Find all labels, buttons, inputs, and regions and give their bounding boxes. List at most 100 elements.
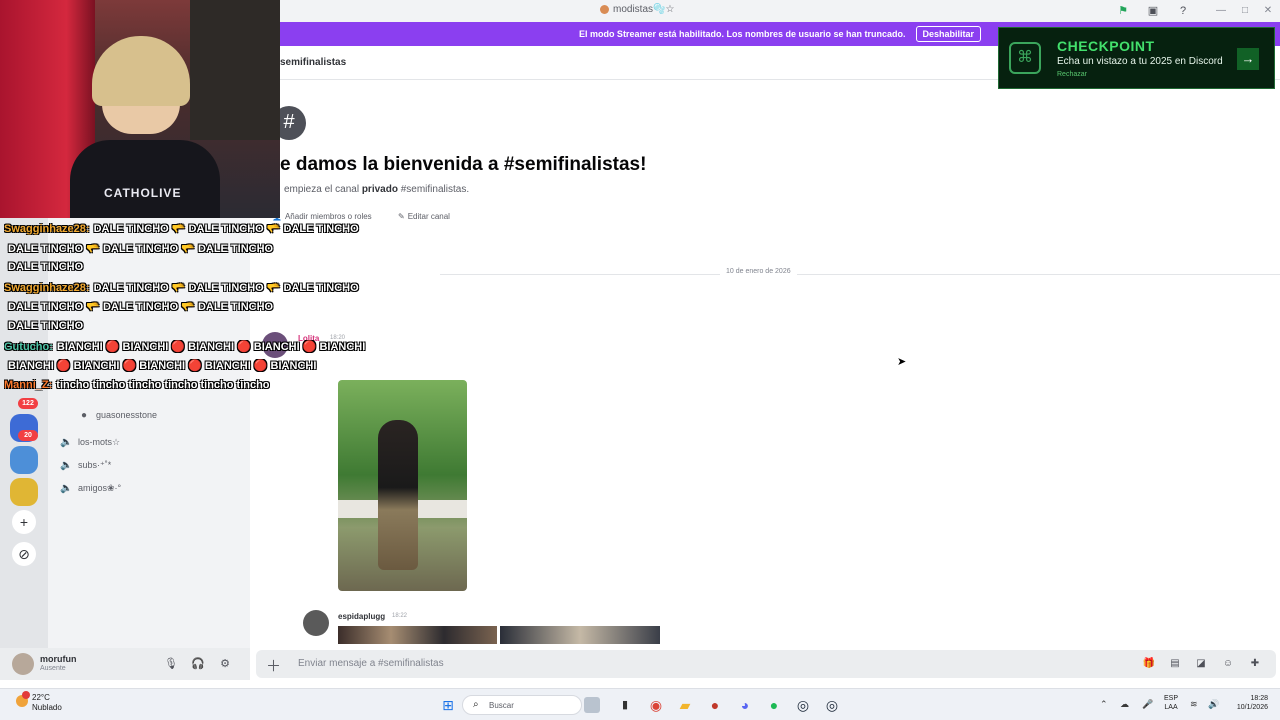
close-icon[interactable]: ✕	[1261, 4, 1275, 18]
inbox-icon[interactable]: ▣	[1146, 4, 1160, 18]
welcome-subtitle-post: #semifinalistas.	[397, 184, 470, 195]
welcome-subtitle-pre: empieza el canal	[284, 184, 362, 195]
avatar[interactable]	[12, 653, 34, 675]
chat-message: BIANCHI 🔴 BIANCHI 🔴 BIANCHI 🔴 BIANCHI 🔴 …	[56, 341, 366, 353]
chat-line: DALE TINCHO 🫳 DALE TINCHO 🫳 DALE TINCHO	[4, 300, 459, 313]
arrow-right-icon[interactable]: →	[1237, 48, 1259, 70]
webcam-overlay: CATHOLIVE	[0, 0, 280, 218]
message-image[interactable]	[338, 380, 467, 591]
sidebar-item-amigos[interactable]: 🔈 amigos❀·°	[60, 480, 121, 496]
chat-username: Manni_Z:	[4, 379, 53, 391]
webcam-shirt-text: CATHOLIVE	[104, 186, 182, 200]
onedrive-icon[interactable]: ☁	[1120, 699, 1129, 710]
windows-start-icon[interactable]: ⊞	[440, 697, 456, 713]
chat-line: BIANCHI 🔴 BIANCHI 🔴 BIANCHI 🔴 BIANCHI 🔴 …	[4, 359, 459, 372]
message-image[interactable]	[500, 626, 660, 644]
user-status: Ausente	[40, 665, 66, 672]
add-attachment-icon[interactable]: ＋	[266, 655, 281, 676]
chevron-up-icon[interactable]: ⌃	[1100, 699, 1108, 710]
sidebar-item-los-mots[interactable]: 🔈 los-mots☆	[60, 434, 120, 450]
wifi-icon[interactable]: ≋	[1190, 699, 1198, 710]
welcome-title: e damos la bienvenida a #semifinalistas!	[280, 154, 647, 175]
chat-line: DALE TINCHO	[4, 320, 459, 332]
user-panel: morufun Ausente 🎙 🎧 ⚙	[0, 648, 250, 680]
widget-thumbnail-icon[interactable]	[584, 697, 600, 713]
maximize-icon[interactable]: □	[1238, 4, 1252, 18]
weather-condition: Nublado	[32, 703, 62, 712]
edit-channel-label: Editar canal	[407, 211, 450, 221]
spotify-icon[interactable]: ●	[766, 697, 782, 713]
help-icon[interactable]: ?	[1176, 4, 1190, 18]
speaker-icon: 🔈	[60, 482, 73, 494]
speaker-icon: 🔈	[60, 459, 73, 471]
discord-icon[interactable]: ◕	[737, 697, 753, 713]
emoji-icon[interactable]: ☺	[1221, 657, 1235, 671]
volume-icon[interactable]: 🔊	[1208, 699, 1219, 710]
chat-message: tincho tincho tincho tincho tincho tinch…	[56, 379, 270, 391]
chat-username: Gutucho:	[4, 341, 53, 353]
flag-icon[interactable]: ⚑	[1116, 4, 1130, 18]
weather-alert-icon	[22, 691, 30, 699]
minimize-icon[interactable]: —	[1214, 4, 1228, 18]
channel-label: amigos❀·°	[78, 482, 122, 493]
chrome-icon[interactable]: ◉	[648, 697, 664, 713]
chat-message: BIANCHI 🔴 BIANCHI 🔴 BIANCHI 🔴 BIANCHI 🔴 …	[8, 360, 317, 372]
server-icon[interactable]	[10, 478, 38, 506]
chat-message: DALE TINCHO 🫳 DALE TINCHO 🫳 DALE TINCHO	[93, 282, 359, 294]
channel-label: subs·⁺˚*	[78, 459, 112, 470]
mouse-cursor: ➤	[897, 356, 907, 368]
chat-message: DALE TINCHO 🫳 DALE TINCHO 🫳 DALE TINCHO	[8, 243, 274, 255]
microphone-icon[interactable]: 🎤	[1142, 699, 1153, 710]
sticker-icon[interactable]: ◪	[1194, 657, 1208, 671]
message-composer[interactable]: ＋ Enviar mensaje a #semifinalistas 🎁 ▤ ◪…	[256, 650, 1276, 678]
checkpoint-dismiss[interactable]: Rechazar	[1057, 71, 1087, 78]
date-divider-label: 10 de enero de 2026	[720, 268, 797, 275]
welcome-subtitle-bold: privado	[361, 184, 398, 195]
steam-icon[interactable]: ◎	[795, 697, 811, 713]
clock-date: 10/1/2026	[1236, 704, 1268, 711]
message-image[interactable]	[338, 626, 497, 644]
add-server-icon[interactable]: +	[12, 510, 36, 534]
gif-icon[interactable]: ▤	[1168, 657, 1182, 671]
sidebar-item-subs[interactable]: 🔈 subs·⁺˚*	[60, 457, 111, 473]
server-icon	[600, 5, 609, 14]
folder-icon[interactable]: ▰	[677, 697, 693, 713]
taskbar: 22°C Nublado ⊞ ⌕ Buscar ▮ ◉ ▰ ● ◕ ● ◎ ◎ …	[0, 688, 1280, 720]
headphones-icon[interactable]: 🎧	[191, 657, 205, 671]
webcam-person-hair	[92, 36, 190, 106]
explore-icon[interactable]: ⊘	[12, 542, 36, 566]
avatar[interactable]	[303, 610, 329, 636]
voice-user[interactable]: ● guasonesstone	[78, 407, 157, 423]
add-members-label: Añadir miembros o roles	[284, 211, 372, 221]
composer-placeholder[interactable]: Enviar mensaje a #semifinalistas	[298, 658, 444, 669]
steam-alt-icon[interactable]: ◎	[824, 697, 840, 713]
pencil-icon: ✎	[398, 211, 405, 221]
apps-icon[interactable]: ✚	[1248, 657, 1262, 671]
voice-user-name: guasonesstone	[96, 410, 158, 420]
chat-line: Swagginhaze28: DALE TINCHO 🫳 DALE TINCHO …	[4, 281, 459, 294]
checkpoint-subtitle: Echa un vistazo a tu 2025 en Discord	[1057, 56, 1223, 67]
channel-name: semifinalistas	[280, 57, 347, 68]
language-indicator[interactable]: ESP LAA	[1164, 694, 1178, 712]
speaker-icon: 🔈	[60, 436, 73, 448]
chat-message: DALE TINCHO	[8, 261, 84, 273]
chat-username: Swagginhaze28:	[4, 223, 90, 235]
disable-button[interactable]: Deshabilitar	[915, 26, 982, 42]
app-red-icon[interactable]: ●	[707, 697, 723, 713]
window-title-text: modistas🫧☆	[613, 4, 675, 15]
server-icon[interactable]	[10, 446, 38, 474]
gift-icon[interactable]: 🎁	[1142, 657, 1156, 671]
banner-message: El modo Streamer está habilitado. Los no…	[578, 29, 906, 39]
checkpoint-card[interactable]: ⌘ CHECKPOINT Echa un vistazo a tu 2025 e…	[998, 27, 1275, 89]
channel-label: los-mots☆	[78, 436, 121, 447]
gear-icon[interactable]: ⚙	[218, 657, 232, 671]
microphone-icon[interactable]: 🎙	[164, 657, 178, 671]
taskbar-search[interactable]: ⌕ Buscar	[462, 695, 582, 715]
task-view-icon[interactable]: ▮	[617, 697, 633, 713]
chat-line: Manni_Z: tincho tincho tincho tincho tinc…	[4, 379, 459, 391]
clock[interactable]: 18:28 10/1/2026	[1228, 694, 1268, 712]
server-badge: 20	[18, 430, 38, 441]
window-title: modistas🫧☆	[600, 4, 674, 15]
user-name[interactable]: morufun	[40, 654, 77, 664]
message-author[interactable]: espidaplugg	[338, 612, 385, 621]
